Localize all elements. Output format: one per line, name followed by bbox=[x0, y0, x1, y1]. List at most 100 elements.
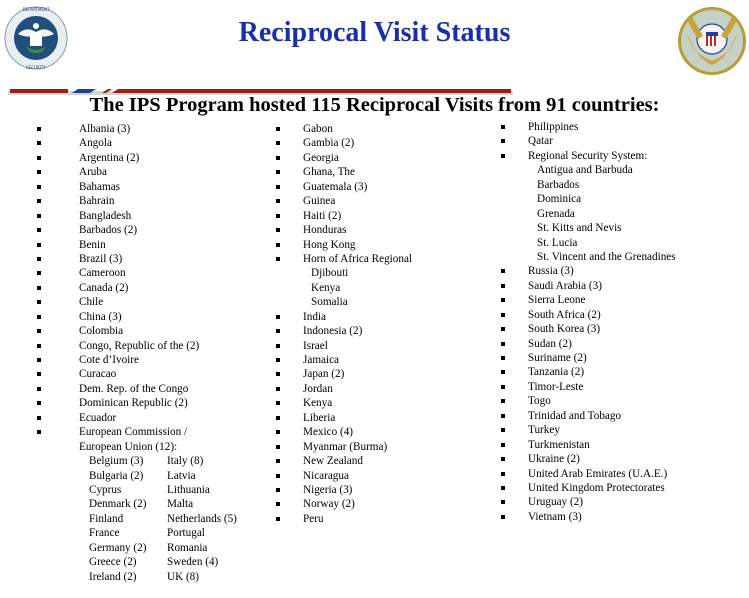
bullet-icon bbox=[275, 339, 303, 353]
country-name: Dominican Republic (2) bbox=[79, 397, 188, 410]
list-item: Qatar bbox=[500, 134, 749, 148]
list-item: Nicaragua bbox=[275, 469, 485, 483]
country-name: Georgia bbox=[303, 151, 339, 164]
list-item: Bahamas bbox=[36, 180, 266, 194]
list-item: Albania (3) bbox=[36, 122, 266, 136]
country-name: St. Vincent and the Grenadines bbox=[537, 250, 676, 263]
bullet-icon bbox=[500, 438, 528, 452]
sub-list-item: Antigua and Barbuda bbox=[500, 163, 749, 177]
country-name: Israel bbox=[303, 339, 328, 352]
country-name: Brazil (3) bbox=[79, 252, 123, 265]
bullet-icon bbox=[275, 411, 303, 425]
country-name: Cote d’Ivoire bbox=[79, 354, 139, 366]
bullet-icon bbox=[36, 295, 79, 309]
list-item: Saudi Arabia (3) bbox=[500, 279, 749, 293]
bullet-icon bbox=[36, 324, 79, 338]
eu-member: Italy (8) bbox=[167, 455, 204, 468]
country-name: Ecuador bbox=[79, 411, 117, 424]
country-list-middle: Gabon Gambia (2) Georgia Ghana, The Guatemal… bbox=[275, 122, 485, 526]
country-name: Ukraine (2) bbox=[528, 453, 580, 466]
bullet-icon bbox=[275, 209, 303, 223]
bullet-icon bbox=[500, 510, 528, 524]
country-name: European Commission / bbox=[79, 426, 188, 439]
country-name: Haiti (2) bbox=[303, 209, 342, 222]
list-item: Ukraine (2) bbox=[500, 452, 749, 466]
list-item: South Korea (3) bbox=[500, 322, 749, 336]
eu-member: Malta bbox=[167, 498, 194, 511]
country-name: Jordan bbox=[303, 382, 333, 395]
country-name: Qatar bbox=[528, 135, 553, 148]
bullet-icon bbox=[36, 266, 79, 280]
list-item: Congo, Republic of the (2) bbox=[36, 339, 266, 353]
list-item: Cote d’Ivoire bbox=[36, 353, 266, 367]
country-name: Turkey bbox=[528, 424, 560, 437]
eu-member: Lithuania bbox=[167, 483, 210, 496]
list-item: Hong Kong bbox=[275, 238, 485, 252]
list-item: Colombia bbox=[36, 324, 266, 338]
bullet-icon bbox=[36, 209, 79, 223]
country-name: Barbados (2) bbox=[79, 224, 138, 237]
list-item: India bbox=[275, 310, 485, 324]
country-name: Barbados bbox=[537, 178, 580, 191]
list-item: Brazil (3) bbox=[36, 252, 266, 266]
list-item: Turkey bbox=[500, 423, 749, 437]
list-item: Gambia (2) bbox=[275, 136, 485, 150]
list-item: Nigeria (3) bbox=[275, 483, 485, 497]
bullet-icon bbox=[500, 394, 528, 408]
country-name: Sierra Leone bbox=[528, 294, 586, 307]
country-name: Gabon bbox=[303, 123, 333, 135]
list-item: Indonesia (2) bbox=[275, 324, 485, 338]
bullet-icon bbox=[36, 165, 79, 179]
list-item: Ecuador bbox=[36, 411, 266, 425]
uscg-seal-icon bbox=[678, 7, 746, 75]
svg-text:DEPARTMENT: DEPARTMENT bbox=[23, 7, 50, 12]
country-name: Regional Security System: bbox=[528, 149, 648, 162]
page-subtitle: The IPS Program hosted 115 Reciprocal Vi… bbox=[89, 94, 660, 116]
list-item: Benin bbox=[36, 238, 266, 252]
bullet-icon bbox=[275, 454, 303, 468]
country-name: Nigeria (3) bbox=[303, 483, 353, 496]
bullet-icon bbox=[500, 120, 528, 134]
bullet-icon bbox=[500, 293, 528, 307]
bullet-icon bbox=[275, 440, 303, 454]
country-name: New Zealand bbox=[303, 455, 363, 468]
bullet-icon bbox=[36, 396, 79, 410]
list-item: Trinidad and Tobago bbox=[500, 409, 749, 423]
bullet-icon bbox=[275, 122, 303, 136]
bullet-icon bbox=[500, 409, 528, 423]
bullet-icon bbox=[500, 149, 528, 163]
country-name: South Korea (3) bbox=[528, 323, 601, 336]
country-name: Somalia bbox=[311, 296, 348, 309]
country-name: Guinea bbox=[303, 195, 336, 208]
country-name: Honduras bbox=[303, 224, 347, 237]
bullet-icon bbox=[36, 281, 79, 295]
sub-list-item: European Union (12): bbox=[36, 440, 266, 454]
list-item: Guinea bbox=[275, 194, 485, 208]
country-name: Aruba bbox=[79, 166, 107, 179]
bullet-icon bbox=[36, 382, 79, 396]
list-item: Liberia bbox=[275, 411, 485, 425]
list-item: Guatemala (3) bbox=[275, 180, 485, 194]
country-name: Bangladesh bbox=[79, 209, 132, 222]
country-list-left: Albania (3) Angola Argentina (2) Aruba Baham… bbox=[36, 122, 266, 584]
eu-member: Bulgaria (2) bbox=[89, 469, 144, 482]
bullet-icon bbox=[275, 382, 303, 396]
country-name: St. Lucia bbox=[537, 236, 578, 249]
bullet-icon bbox=[36, 425, 79, 439]
bullet-icon bbox=[500, 279, 528, 293]
list-item: Haiti (2) bbox=[275, 209, 485, 223]
list-item: Canada (2) bbox=[36, 281, 266, 295]
country-name: Vietnam (3) bbox=[528, 510, 582, 523]
country-name: Djibouti bbox=[311, 267, 349, 280]
bullet-icon bbox=[275, 151, 303, 165]
country-name: Curacao bbox=[79, 368, 117, 381]
country-name: Nicaragua bbox=[303, 469, 349, 482]
sub-list-item: Somalia bbox=[275, 295, 485, 309]
list-item: Israel bbox=[275, 339, 485, 353]
country-name: Uruguay (2) bbox=[528, 496, 583, 509]
country-name: Timor-Leste bbox=[528, 380, 584, 393]
bullet-icon bbox=[36, 353, 79, 367]
list-item: Vietnam (3) bbox=[500, 510, 749, 524]
bullet-icon bbox=[275, 469, 303, 483]
country-name: Ghana, The bbox=[303, 166, 355, 179]
